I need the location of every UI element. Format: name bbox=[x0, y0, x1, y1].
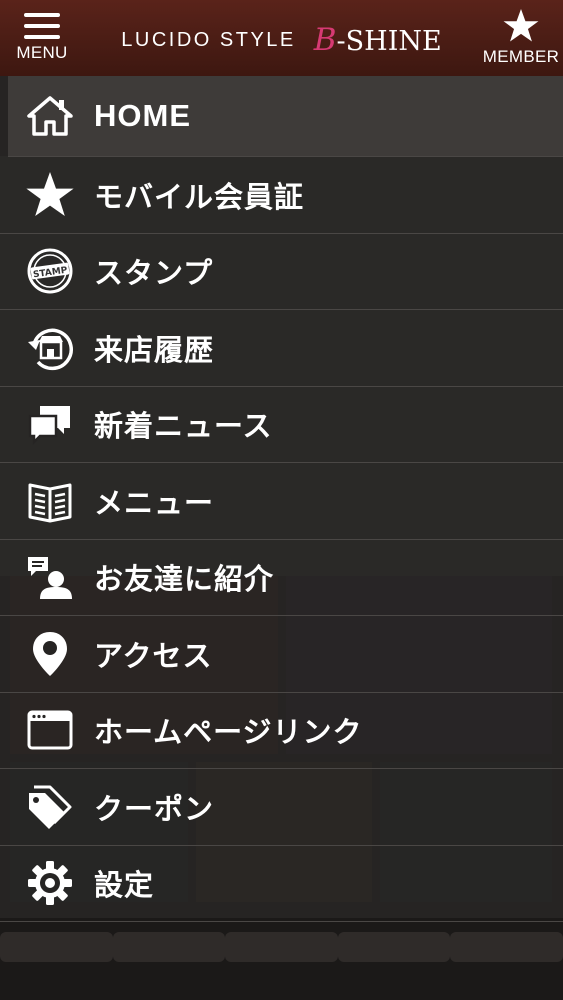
menu-button-label: MENU bbox=[16, 43, 68, 62]
menu-item-label: ホームページリンク bbox=[94, 715, 363, 750]
logo-b-accent: B bbox=[313, 22, 337, 58]
menu-item-label: 新着ニュース bbox=[94, 409, 273, 444]
menu-item-label: メニュー bbox=[94, 485, 215, 520]
menu-item-label: クーポン bbox=[94, 791, 215, 826]
logo-shine-text: -SHINE bbox=[336, 26, 442, 57]
stamp-icon: STAMP bbox=[24, 245, 76, 297]
hamburger-icon bbox=[24, 13, 60, 39]
menu-item-label: 設定 bbox=[94, 868, 155, 903]
gear-icon bbox=[24, 857, 76, 909]
menu-item-news[interactable]: 新着ニュース bbox=[0, 387, 563, 463]
side-menu-drawer: HOME モバイル会員証 STAMP スタンプ 来店履歴 新着ニュース メニュー bbox=[0, 76, 563, 922]
logo-b-shine: B-SHINE bbox=[314, 22, 442, 58]
chat-bubbles-icon bbox=[24, 398, 76, 450]
menu-item-access[interactable]: アクセス bbox=[0, 616, 563, 693]
menu-button[interactable]: MENU bbox=[0, 0, 84, 76]
logo-lucido-style: LUCIDO STYLE bbox=[121, 28, 296, 51]
menu-item-label: スタンプ bbox=[94, 256, 214, 291]
person-speech-icon bbox=[24, 551, 76, 603]
menu-item-mobile-member-card[interactable]: モバイル会員証 bbox=[0, 157, 563, 234]
menu-item-visit-history[interactable]: 来店履歴 bbox=[0, 310, 563, 387]
store-history-icon bbox=[24, 322, 76, 374]
menu-item-refer-friend[interactable]: お友達に紹介 bbox=[0, 540, 563, 616]
menu-item-label: モバイル会員証 bbox=[94, 179, 305, 214]
menu-item-settings[interactable]: 設定 bbox=[0, 846, 563, 922]
menu-item-stamp[interactable]: STAMP スタンプ bbox=[0, 234, 563, 310]
open-book-icon bbox=[24, 475, 76, 527]
tags-icon bbox=[24, 781, 76, 833]
menu-item-menu[interactable]: メニュー bbox=[0, 463, 563, 540]
map-pin-icon bbox=[24, 628, 76, 680]
menu-item-homepage-link[interactable]: ホームページリンク bbox=[0, 693, 563, 769]
menu-item-label: 来店履歴 bbox=[94, 332, 215, 367]
menu-item-coupon[interactable]: クーポン bbox=[0, 769, 563, 846]
menu-item-home[interactable]: HOME bbox=[8, 76, 563, 157]
member-button[interactable]: MEMBER bbox=[479, 0, 563, 76]
home-icon bbox=[24, 90, 76, 142]
browser-window-icon bbox=[24, 704, 76, 756]
brand-logo: LUCIDO STYLE B-SHINE bbox=[84, 22, 479, 58]
star-icon bbox=[24, 169, 76, 221]
menu-item-label: アクセス bbox=[94, 638, 213, 673]
app-header: MENU LUCIDO STYLE B-SHINE MEMBER bbox=[0, 0, 563, 76]
menu-item-label: HOME bbox=[94, 98, 191, 133]
member-button-label: MEMBER bbox=[482, 47, 560, 66]
star-icon bbox=[503, 9, 539, 42]
menu-item-label: お友達に紹介 bbox=[94, 562, 275, 597]
background-tab-bar bbox=[0, 918, 563, 1000]
